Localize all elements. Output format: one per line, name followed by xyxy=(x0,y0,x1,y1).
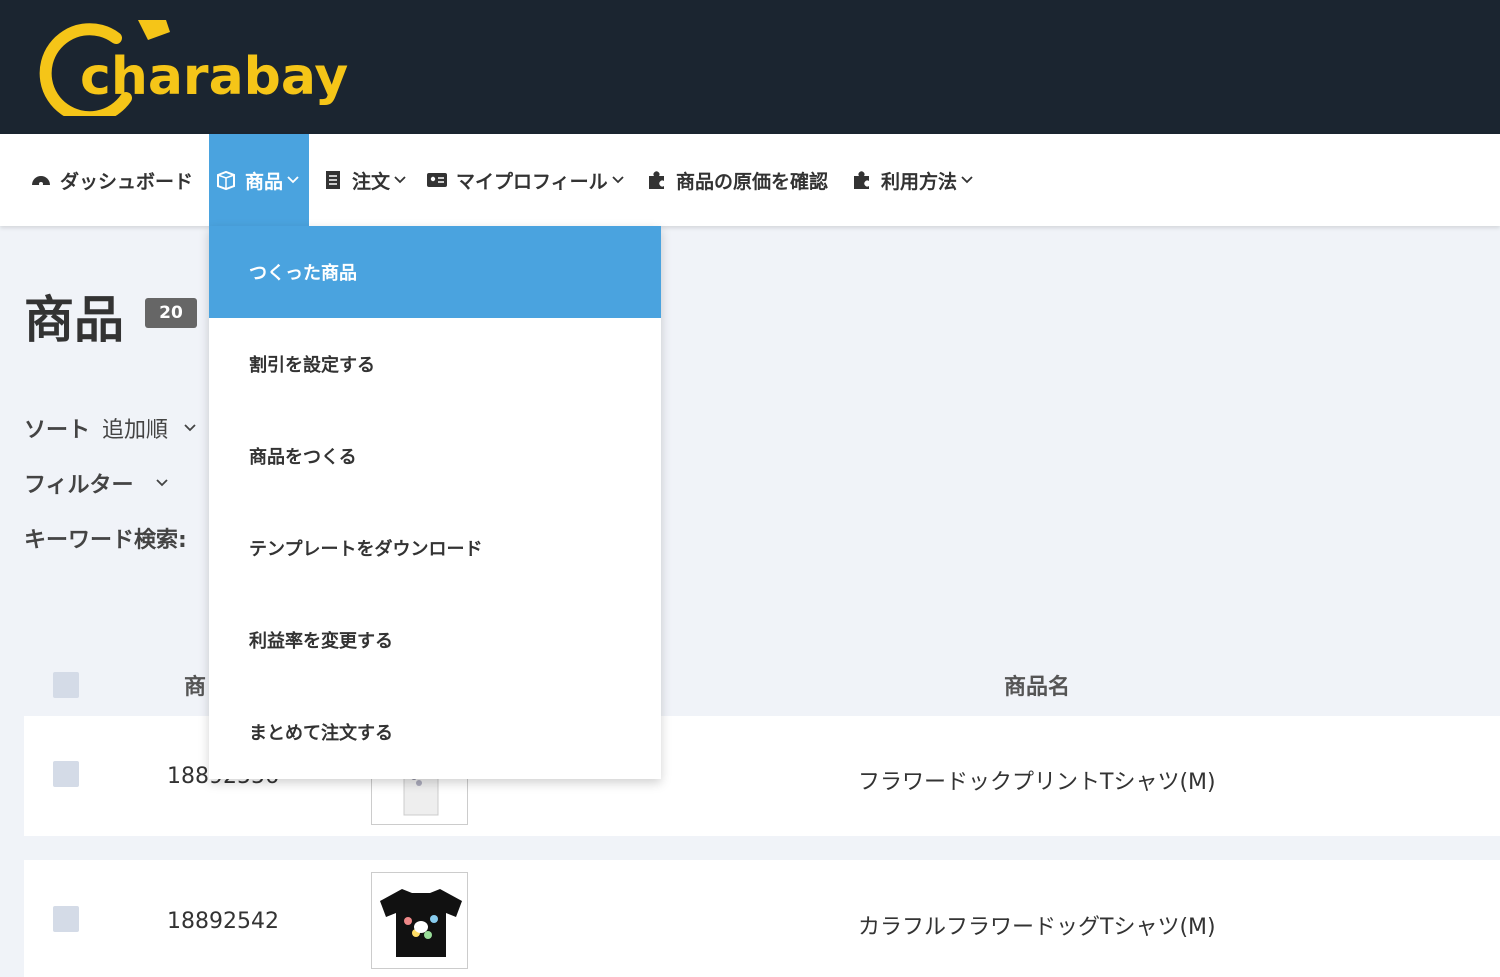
tshirt-black-image xyxy=(380,889,462,957)
column-header-id[interactable]: 商 xyxy=(184,669,206,701)
filter-control[interactable]: フィルター xyxy=(24,467,168,499)
filter-label: フィルター xyxy=(24,473,134,498)
page-title: 商品 xyxy=(24,291,124,349)
select-all-checkbox[interactable] xyxy=(53,672,79,698)
id-card-icon xyxy=(427,173,447,187)
row-checkbox[interactable] xyxy=(53,906,79,932)
row-checkbox[interactable] xyxy=(53,761,79,787)
menu-item-created-products[interactable]: つくった商品 xyxy=(209,226,661,318)
product-count-badge: 20 xyxy=(145,298,197,328)
list-icon xyxy=(326,171,340,189)
nav-dashboard-label: ダッシュボード xyxy=(60,170,194,193)
chevron-down-icon xyxy=(287,176,299,184)
nav-my-profile-label: マイプロフィール xyxy=(456,170,608,193)
product-id: 18892542 xyxy=(167,909,279,934)
top-bar: charabay xyxy=(0,0,1500,134)
table-row[interactable]: 18892542 カラフルフラワードッグTシャツ(M) xyxy=(24,860,1500,977)
box-icon xyxy=(217,170,235,191)
product-name[interactable]: カラフルフラワードッグTシャツ(M) xyxy=(858,909,1216,941)
sort-value[interactable]: 追加順 xyxy=(102,412,168,444)
chevron-down-icon xyxy=(155,479,168,487)
nav-how-to-use-label: 利用方法 xyxy=(881,170,958,193)
nav-dashboard[interactable]: ダッシュボード xyxy=(30,134,193,226)
nav-check-cost-label: 商品の原価を確認 xyxy=(676,170,829,193)
nav-products[interactable]: 商品 xyxy=(209,134,309,226)
puzzle-icon xyxy=(649,171,664,189)
keyword-search-label: キーワード検索: xyxy=(24,528,187,553)
product-thumbnail[interactable] xyxy=(371,872,468,969)
svg-text:charabay: charabay xyxy=(80,47,348,107)
menu-item-create-product[interactable]: 商品をつくる xyxy=(209,410,661,502)
nav-check-cost[interactable]: 商品の原価を確認 xyxy=(646,134,828,226)
products-dropdown-menu: つくった商品 割引を設定する 商品をつくる テンプレートをダウンロード 利益率を… xyxy=(209,226,661,779)
nav-how-to-use[interactable]: 利用方法 xyxy=(851,134,973,226)
sort-control[interactable]: ソート 追加順 xyxy=(24,412,196,444)
menu-item-change-margin[interactable]: 利益率を変更する xyxy=(209,594,661,686)
chevron-down-icon xyxy=(184,424,196,432)
sort-label: ソート xyxy=(24,418,91,443)
nav-orders-label: 注文 xyxy=(352,170,391,193)
menu-item-bulk-order[interactable]: まとめて注文する xyxy=(209,686,661,778)
menu-item-download-template[interactable]: テンプレートをダウンロード xyxy=(209,502,661,594)
chevron-down-icon xyxy=(611,176,624,184)
menu-item-set-discount[interactable]: 割引を設定する xyxy=(209,318,661,410)
product-name[interactable]: フラワードックプリントTシャツ(M) xyxy=(858,764,1216,796)
main-nav: ダッシュボード 商品 注文 マイプロフィール 商品の原価を確認 利用方法 xyxy=(0,134,1500,226)
column-header-name[interactable]: 商品名 xyxy=(1004,669,1070,701)
charabay-logo[interactable]: charabay xyxy=(38,14,348,116)
dashboard-icon xyxy=(32,176,50,186)
puzzle-icon xyxy=(854,171,869,189)
nav-orders[interactable]: 注文 xyxy=(322,134,406,226)
chevron-down-icon xyxy=(961,176,973,184)
nav-products-label: 商品 xyxy=(245,170,284,193)
keyword-search-control[interactable]: キーワード検索: xyxy=(24,522,187,554)
nav-my-profile[interactable]: マイプロフィール xyxy=(426,134,624,226)
chevron-down-icon xyxy=(394,176,406,184)
